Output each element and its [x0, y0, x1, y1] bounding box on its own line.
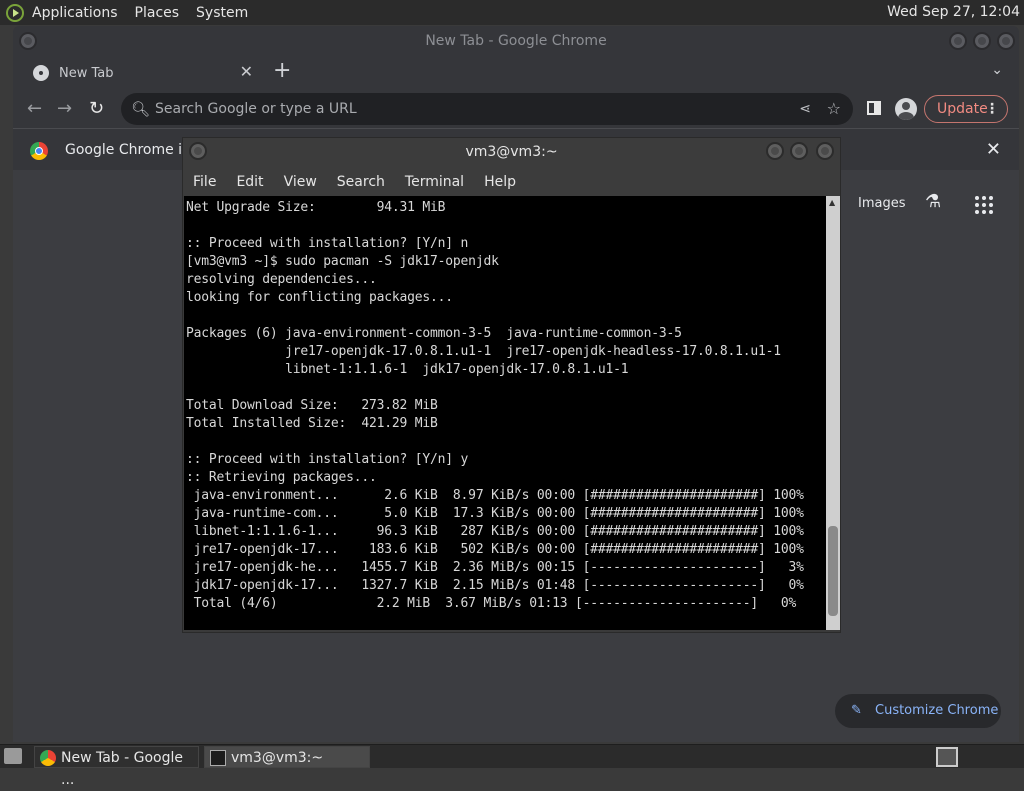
menu-places[interactable]: Places	[135, 5, 180, 21]
terminal-window: vm3@vm3:~ File Edit View Search Terminal…	[182, 137, 841, 633]
omnibox[interactable]: 🔍︎ Search Google or type a URL ⋖ ☆	[121, 93, 853, 125]
terminal-menu-edit[interactable]: Edit	[236, 174, 263, 190]
terminal-menubar: File Edit View Search Terminal Help	[183, 168, 840, 196]
terminal-output: Net Upgrade Size: 94.31 MiB :: Proceed w…	[186, 200, 804, 611]
terminal-close-button[interactable]	[816, 142, 834, 160]
window-title: New Tab - Google Chrome	[425, 33, 607, 49]
pencil-icon: ✎	[851, 703, 862, 718]
infobar-text: Google Chrome isn	[65, 142, 199, 158]
top-panel: Applications Places System Wed Sep 27, 1…	[0, 0, 1024, 25]
tab-new-tab[interactable]: New Tab ✕	[21, 56, 261, 90]
taskbar: New Tab - Google ... vm3@vm3:~	[0, 744, 1024, 788]
apps-grid-icon[interactable]	[975, 196, 993, 214]
scrollbar-thumb[interactable]	[828, 526, 838, 616]
terminal-menu-search[interactable]: Search	[337, 174, 385, 190]
taskbar-item-label: New Tab - Google ...	[61, 750, 184, 788]
toolbar: ← → ↻ 🔍︎ Search Google or type a URL ⋖ ☆…	[13, 90, 1019, 128]
labs-flask-icon[interactable]: ⚗	[925, 191, 945, 213]
distro-logo-icon[interactable]	[6, 3, 24, 22]
terminal-menu-help[interactable]: Help	[484, 174, 516, 190]
side-panel-icon[interactable]	[867, 101, 881, 115]
close-window-button[interactable]	[997, 32, 1015, 50]
menu-applications[interactable]: Applications	[32, 5, 118, 21]
terminal-menu-file[interactable]: File	[193, 174, 216, 190]
chrome-logo-icon	[30, 142, 48, 160]
bookmark-star-icon[interactable]: ☆	[827, 93, 841, 125]
tab-title: New Tab	[59, 65, 114, 81]
workspace-switcher[interactable]	[936, 747, 958, 767]
chrome-titlebar[interactable]: New Tab - Google Chrome	[13, 26, 1019, 56]
terminal-menu-terminal[interactable]: Terminal	[405, 174, 464, 190]
taskbar-item-terminal[interactable]: vm3@vm3:~	[204, 746, 370, 768]
menu-dots-icon[interactable]: ⋮	[985, 96, 999, 122]
terminal-minimize-button[interactable]	[766, 142, 784, 160]
images-link[interactable]: Images	[858, 196, 906, 211]
clock[interactable]: Wed Sep 27, 12:04	[887, 4, 1020, 20]
terminal-scrollbar[interactable]: ▲	[826, 196, 840, 630]
taskbar-item-label: vm3@vm3:~	[231, 750, 324, 766]
terminal-maximize-button[interactable]	[790, 142, 808, 160]
customize-label: Customize Chrome	[875, 703, 999, 718]
scroll-up-arrow-icon[interactable]: ▲	[829, 198, 835, 207]
taskbar-item-chrome[interactable]: New Tab - Google ...	[34, 746, 199, 788]
menu-system[interactable]: System	[196, 5, 248, 21]
chrome-icon	[33, 65, 49, 81]
search-icon: 🔍︎	[131, 100, 151, 118]
omnibox-placeholder: Search Google or type a URL	[155, 101, 357, 117]
terminal-menu-view[interactable]: View	[284, 174, 317, 190]
update-button[interactable]: Update ⋮	[924, 95, 1008, 123]
terminal-screen[interactable]: Net Upgrade Size: 94.31 MiB :: Proceed w…	[184, 196, 827, 630]
window-menu-button[interactable]	[19, 32, 37, 50]
profile-avatar[interactable]	[895, 98, 917, 120]
update-label: Update	[937, 101, 988, 117]
back-button[interactable]: ←	[27, 98, 42, 119]
close-tab-icon[interactable]: ✕	[240, 62, 253, 81]
chevron-down-icon[interactable]: ⌄	[991, 62, 1003, 78]
share-icon[interactable]: ⋖	[799, 93, 811, 125]
terminal-window-menu-button[interactable]	[189, 142, 207, 160]
tab-strip: New Tab ✕ + ⌄	[13, 56, 1019, 90]
minimize-button[interactable]	[949, 32, 967, 50]
terminal-title: vm3@vm3:~	[465, 144, 558, 160]
terminal-icon	[210, 750, 226, 766]
maximize-button[interactable]	[973, 32, 991, 50]
forward-button[interactable]: →	[57, 98, 72, 119]
infobar-close-icon[interactable]: ✕	[986, 129, 1001, 171]
new-tab-button[interactable]: +	[273, 58, 291, 83]
terminal-titlebar[interactable]: vm3@vm3:~	[183, 138, 840, 168]
chrome-icon	[40, 750, 56, 766]
show-desktop-icon[interactable]	[4, 748, 22, 764]
reload-button[interactable]: ↻	[89, 98, 104, 119]
customize-chrome-button[interactable]: ✎ Customize Chrome	[835, 694, 1001, 728]
